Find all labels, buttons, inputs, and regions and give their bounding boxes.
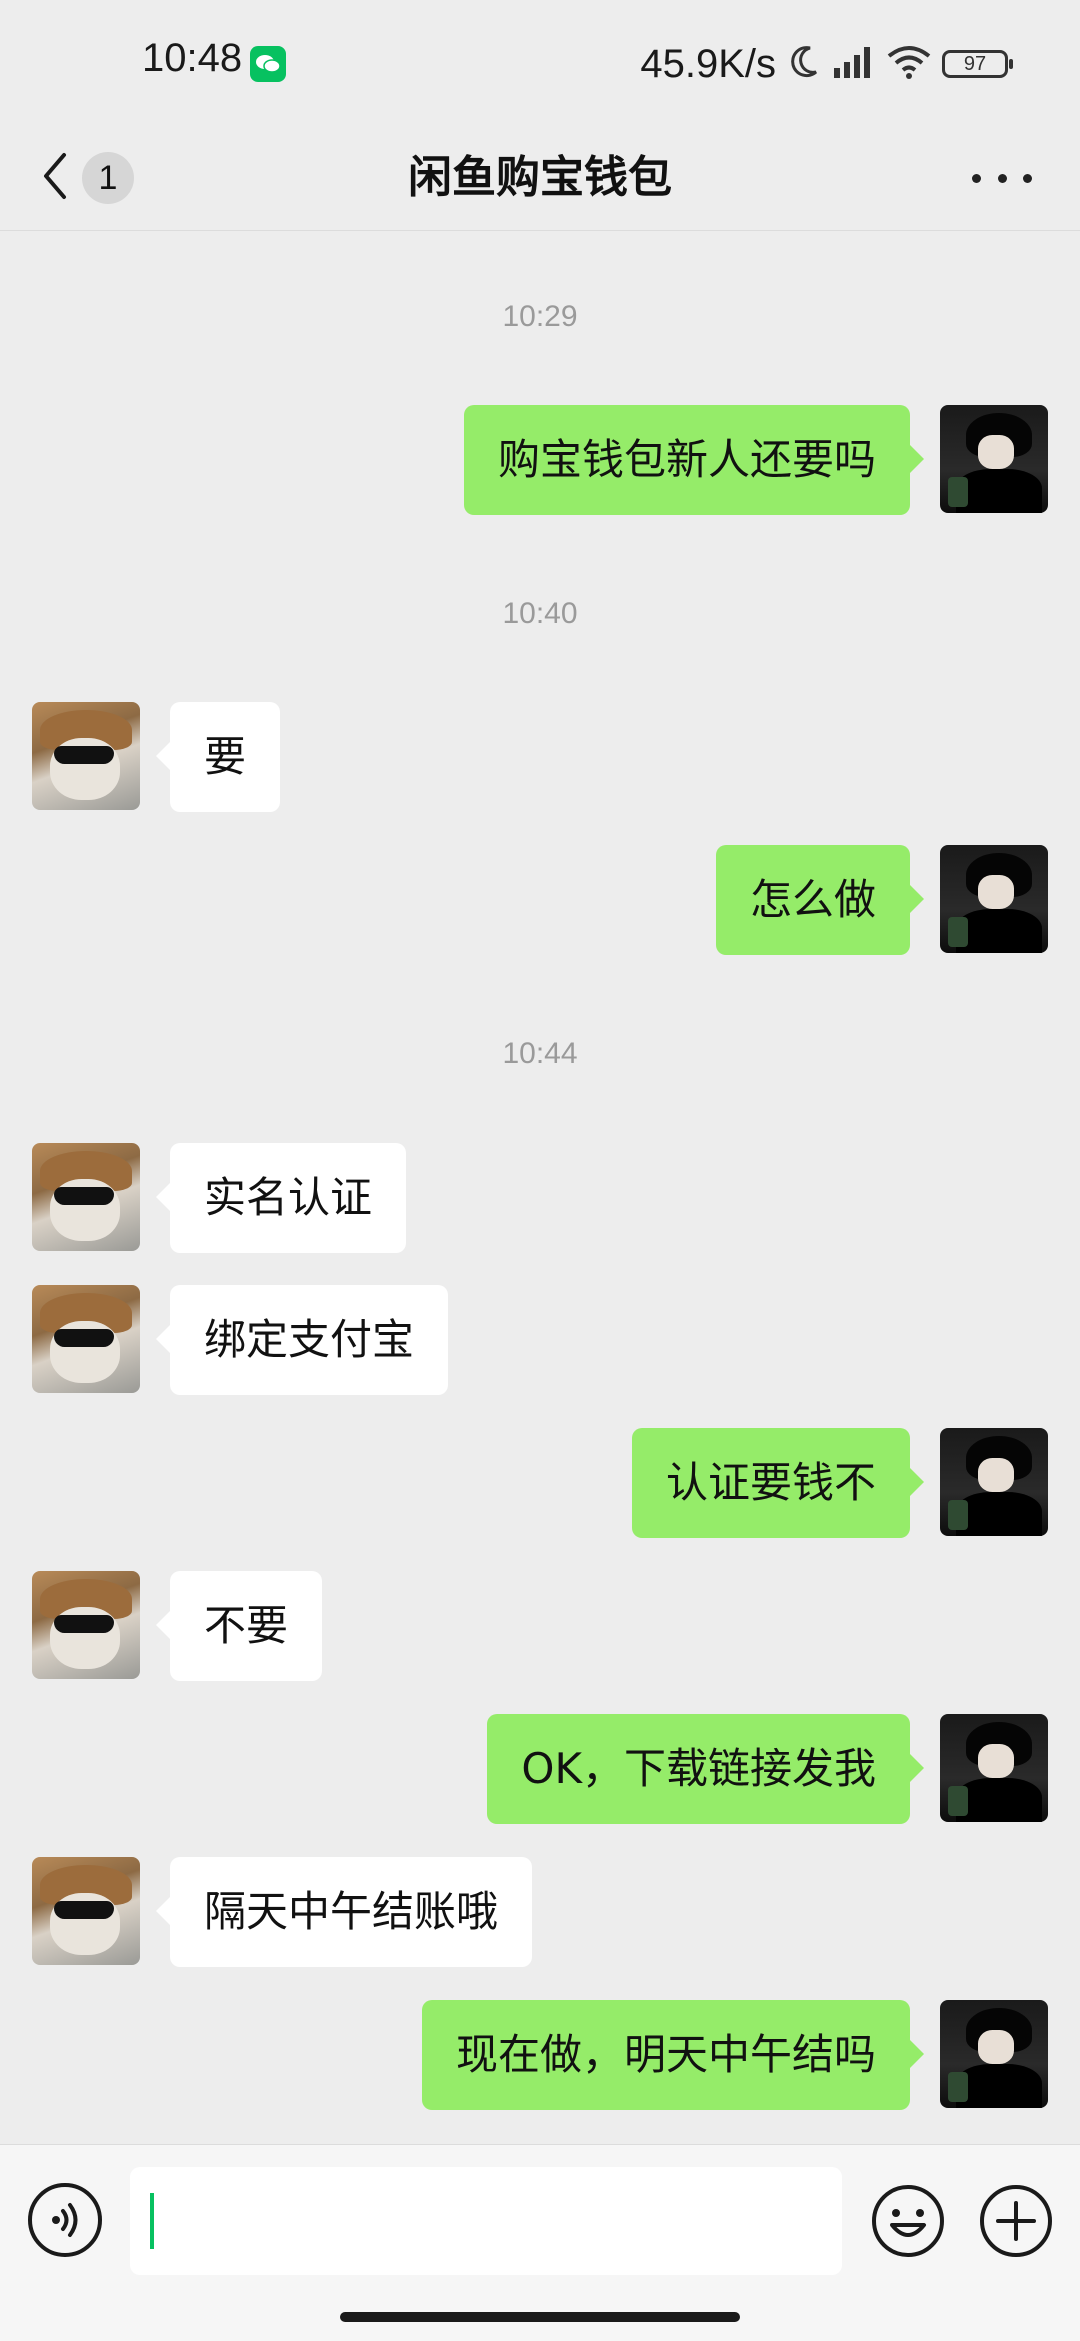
received-message-bubble[interactable]: 不要 [155,1571,323,1681]
contact-avatar[interactable] [32,702,140,810]
emoji-icon[interactable] [870,2183,946,2259]
chat-header: 1 闲鱼购宝钱包 [0,126,1080,231]
contact-avatar[interactable] [32,1571,140,1679]
status-bar: 10:48 45.9K/s 97 [0,0,1080,126]
plus-icon[interactable] [978,2183,1054,2259]
status-time: 10:48 [142,36,243,80]
my-avatar[interactable] [940,1714,1048,1822]
received-message-bubble[interactable]: 实名认证 [155,1143,407,1253]
received-message-bubble[interactable]: 绑定支付宝 [155,1285,449,1395]
sent-message-bubble[interactable]: OK，下载链接发我 [487,1714,924,1824]
more-dots-icon[interactable] [972,156,1032,200]
chat-title: 闲鱼购宝钱包 [408,152,672,203]
signal-icon [832,44,876,84]
sent-message-bubble[interactable]: 认证要钱不 [631,1428,925,1538]
message-row: 绑定支付宝 [0,1285,1080,1395]
contact-avatar[interactable] [32,1143,140,1251]
my-avatar[interactable] [940,405,1048,513]
text-cursor [150,2193,154,2249]
wechat-icon [250,46,286,82]
message-row: 怎么做 [0,845,1080,955]
received-message-bubble[interactable]: 要 [155,702,281,812]
message-row: 隔天中午结账哦 [0,1857,1080,1967]
timestamp-1044: 10:44 [502,1037,578,1070]
voice-icon[interactable] [28,2183,102,2257]
sent-message-bubble[interactable]: 怎么做 [715,845,925,955]
timestamp-1029: 10:29 [502,300,578,333]
received-message-bubble[interactable]: 隔天中午结账哦 [155,1857,533,1967]
sent-message-bubble[interactable]: 购宝钱包新人还要吗 [463,405,925,515]
message-row: 购宝钱包新人还要吗 [0,405,1080,515]
sent-message-bubble[interactable]: 现在做，明天中午结吗 [421,2000,925,2110]
message-input[interactable] [130,2167,842,2275]
moon-icon [786,42,822,86]
my-avatar[interactable] [940,1428,1048,1536]
message-row: OK，下载链接发我 [0,1714,1080,1824]
message-row: 要 [0,702,1080,812]
contact-avatar[interactable] [32,1857,140,1965]
my-avatar[interactable] [940,845,1048,953]
message-row: 现在做，明天中午结吗 [0,2000,1080,2110]
battery-icon: 97 [942,50,1013,78]
message-row: 实名认证 [0,1143,1080,1253]
timestamp-1040: 10:40 [502,597,578,630]
message-row: 不要 [0,1571,1080,1681]
network-speed: 45.9K/s [640,41,776,86]
status-indicators: 45.9K/s 97 [640,36,1013,92]
wifi-icon [886,44,932,84]
my-avatar[interactable] [940,2000,1048,2108]
message-row: 认证要钱不 [0,1428,1080,1538]
contact-avatar[interactable] [32,1285,140,1393]
home-indicator[interactable] [340,2312,740,2322]
